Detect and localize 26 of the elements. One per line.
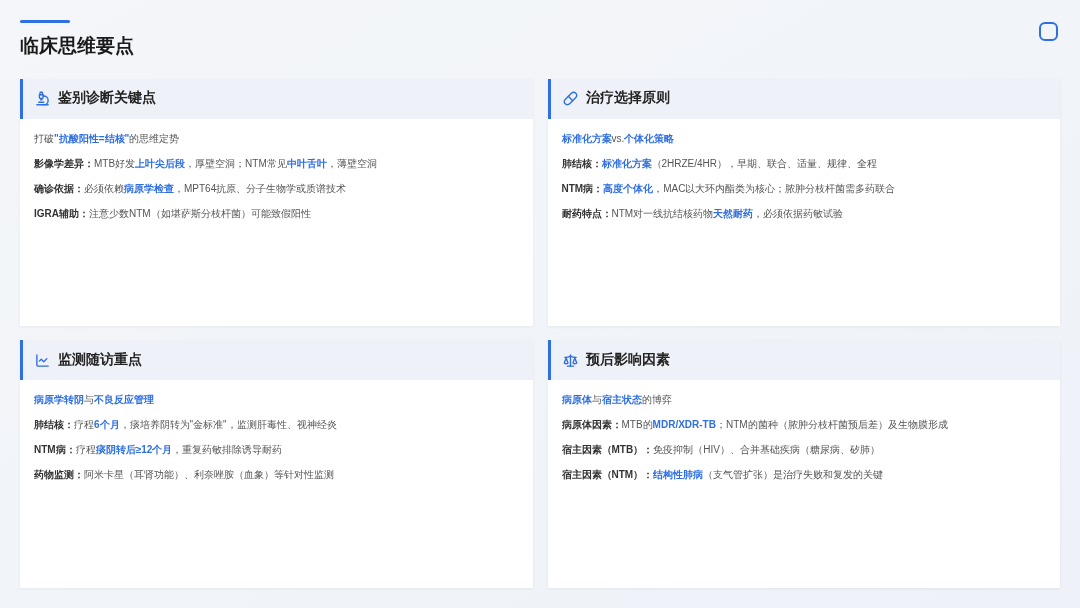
- card-title: 治疗选择原则: [585, 89, 670, 108]
- bullet-text: NTM病：疗程痰阴转后≥12个月，重复药敏排除诱导耐药: [34, 443, 284, 458]
- line-chart-icon: [35, 352, 50, 368]
- card-title: 鉴别诊断关键点: [58, 89, 156, 108]
- page-title: 临床思维要点: [20, 34, 134, 58]
- bullet-text: 影像学差异：MTB好发上叶尖后段，厚壁空洞；NTM常见中叶舌叶，薄壁空洞: [34, 156, 378, 171]
- bullet-text: 宿主因素（NTM）：结构性肺病（支气管扩张）是治疗失败和复发的关键: [561, 468, 885, 483]
- card-summary: 病原体与宿主状态的博弈: [561, 393, 673, 408]
- bullet-text: 肺结核：标准化方案（2HRZE/4HR），早期、联合、适量、规律、全程: [561, 156, 879, 171]
- bullet-text: NTM病：高度个体化，MAC以大环内酯类为核心；脓肿分枝杆菌需多药联合: [561, 181, 897, 196]
- bullet-text: 肺结核：疗程6个月，痰培养阴转为"金标准"，监测肝毒性、视神经炎: [34, 418, 338, 433]
- card-summary: 标准化方案vs.个体化策略: [561, 131, 676, 146]
- card-title: 监测随访重点: [58, 351, 142, 370]
- pills-icon: [562, 91, 578, 106]
- bullet-text: 耐药特点：NTM对一线抗结核药物天然耐药，必须依据药敏试验: [561, 206, 845, 221]
- card-summary: 打破"抗酸阳性=结核"的思维定势: [34, 131, 181, 146]
- bullet-text: 药物监测：阿米卡星（耳肾功能）、利奈唑胺（血象）等针对性监测: [34, 468, 335, 483]
- card-summary: 病原学转阴与不良反应管理: [34, 393, 155, 408]
- card-title: 预后影响因素: [585, 351, 670, 370]
- bullet-text: IGRA辅助：注意少数NTM（如堪萨斯分枝杆菌）可能致假阳性: [34, 206, 312, 221]
- bullet-text: 确诊依据：必须依赖病原学检查，MPT64抗原、分子生物学或质谱技术: [34, 181, 348, 196]
- bullet-text: 病原体因素：MTB的MDR/XDR-TB；NTM的菌种（脓肿分枝杆菌预后差）及生物膜形成: [561, 418, 949, 433]
- scale-icon: [562, 352, 578, 368]
- bullet-text: 宿主因素（MTB）：免疫抑制（HIV）、合并基础疾病（糖尿病、矽肺）: [561, 443, 881, 458]
- accent-bar: [20, 20, 70, 23]
- microscope-icon: [35, 91, 50, 106]
